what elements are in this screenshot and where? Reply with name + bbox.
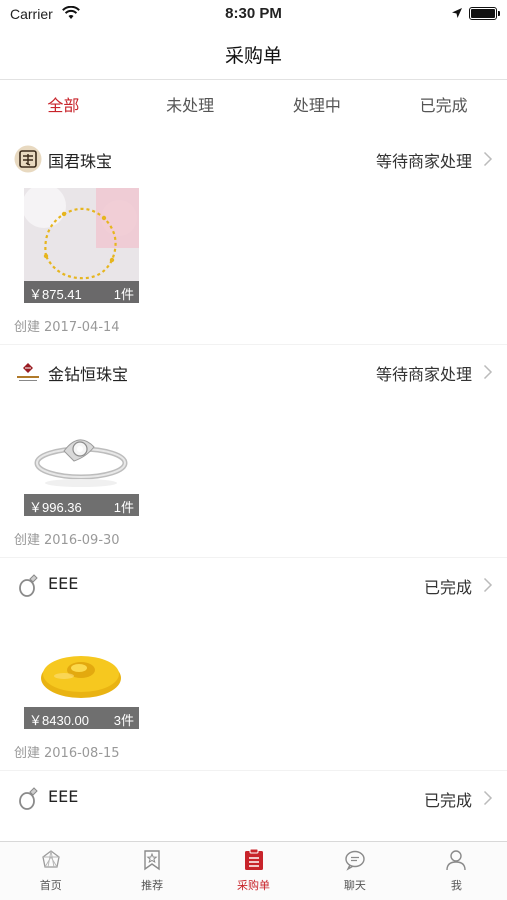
order-filter-tabs: 全部 未处理 处理中 已完成 <box>0 81 507 131</box>
order-header[interactable]: 金钻恒珠宝 等待商家处理 <box>0 345 507 401</box>
order-card[interactable]: EEE 已完成 ￥8430.00 3件 创建 2016-08-15 <box>0 558 507 771</box>
chevron-right-icon <box>483 151 493 167</box>
created-date-value: 2016-09-30 <box>44 533 120 548</box>
tabbar-label: 聊天 <box>343 879 366 892</box>
order-status: 等待商家处理 <box>375 152 472 171</box>
product-thumbnail[interactable]: ￥875.41 1件 <box>24 188 139 303</box>
product-price: ￥875.41 <box>29 287 82 302</box>
created-label: 创建 <box>14 746 41 761</box>
order-card[interactable]: EEE 已完成 <box>0 771 507 841</box>
purchase-list-icon <box>244 848 263 870</box>
product-thumbnail[interactable]: ￥8430.00 3件 <box>24 614 139 729</box>
product-quantity: 1件 <box>113 287 134 302</box>
order-status: 已完成 <box>423 791 472 810</box>
tabbar-item-home[interactable]: 首页 <box>0 842 101 900</box>
battery-icon <box>469 7 500 20</box>
price-bar: ￥996.36 1件 <box>24 494 139 516</box>
created-date: 创建 2016-08-15 <box>14 742 120 761</box>
tabbar-item-purchase-list[interactable]: 采购单 <box>203 842 304 900</box>
tabbar-label: 我 <box>450 879 462 892</box>
created-date: 创建 2017-04-14 <box>14 316 120 335</box>
order-header[interactable]: 国君珠宝 等待商家处理 <box>0 132 507 188</box>
home-icon <box>41 850 60 868</box>
order-card[interactable]: 国君珠宝 等待商家处理 ￥875.41 1件 创建 2017-04-14 <box>0 132 507 345</box>
created-date-value: 2017-04-14 <box>44 320 120 335</box>
order-header[interactable]: EEE 已完成 <box>0 771 507 827</box>
order-status: 已完成 <box>423 578 472 597</box>
status-bar: Carrier 8:30 PM <box>0 0 507 30</box>
chevron-right-icon <box>483 577 493 593</box>
product-price: ￥996.36 <box>29 500 82 515</box>
product-thumbnail[interactable]: ￥996.36 1件 <box>24 401 139 516</box>
ring-logo-icon <box>19 574 38 597</box>
tab-completed[interactable]: 已完成 <box>380 81 507 131</box>
clock: 8:30 PM <box>225 5 282 22</box>
created-label: 创建 <box>14 320 41 335</box>
price-bar: ￥875.41 1件 <box>24 281 139 303</box>
created-label: 创建 <box>14 533 41 548</box>
shop-logo-icon <box>14 145 42 173</box>
product-quantity: 1件 <box>113 500 134 515</box>
shop-name: 金钻恒珠宝 <box>48 365 129 384</box>
created-date-value: 2016-08-15 <box>44 746 120 761</box>
nav-bar: 采购单 <box>0 30 507 80</box>
shop-name: EEE <box>48 787 79 806</box>
tabbar-item-me[interactable]: 我 <box>406 842 507 900</box>
price-bar: ￥8430.00 3件 <box>24 707 139 729</box>
tab-processing[interactable]: 处理中 <box>254 81 381 131</box>
tabbar-label: 推荐 <box>141 879 164 892</box>
shop-name: 国君珠宝 <box>48 152 113 171</box>
location-arrow-icon <box>452 8 462 18</box>
product-price: ￥8430.00 <box>29 713 89 728</box>
ring-logo-icon <box>19 787 38 810</box>
tab-all[interactable]: 全部 <box>0 81 127 131</box>
user-icon <box>446 850 467 871</box>
order-card[interactable]: 金钻恒珠宝 等待商家处理 ￥996.36 1件 创建 2016-09-30 <box>0 345 507 558</box>
tabbar-label: 首页 <box>39 879 62 892</box>
tabbar-item-recommend[interactable]: 推荐 <box>101 842 202 900</box>
created-date: 创建 2016-09-30 <box>14 529 120 548</box>
chat-icon <box>345 850 365 871</box>
tabbar-label: 采购单 <box>237 879 271 892</box>
order-header[interactable]: EEE 已完成 <box>0 558 507 614</box>
product-quantity: 3件 <box>113 713 134 728</box>
bottom-tab-bar: 首页 推荐 采购单 聊天 我 <box>0 841 507 900</box>
shop-logo-icon <box>17 363 39 381</box>
tab-unprocessed[interactable]: 未处理 <box>127 81 254 131</box>
star-bookmark-icon <box>144 850 160 871</box>
chevron-right-icon <box>483 364 493 380</box>
chevron-right-icon <box>483 790 493 806</box>
order-status: 等待商家处理 <box>375 365 472 384</box>
shop-name: EEE <box>48 574 79 593</box>
tabbar-item-chat[interactable]: 聊天 <box>304 842 405 900</box>
page-title: 采购单 <box>224 45 282 67</box>
